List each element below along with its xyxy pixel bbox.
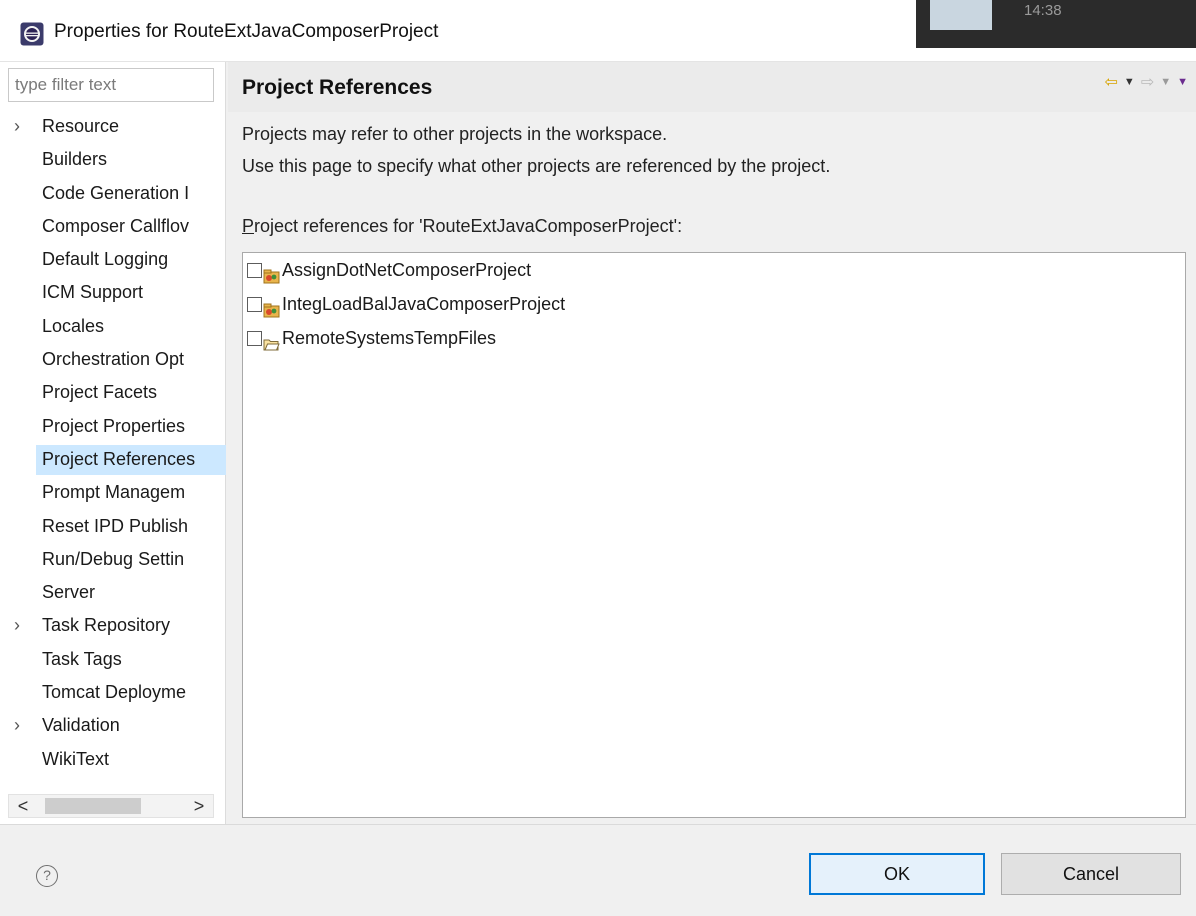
references-label: Project references for 'RouteExtJavaComp… [242, 216, 682, 237]
nav-item-label: Task Tags [42, 648, 122, 669]
nav-item[interactable]: Run/Debug Settin [0, 543, 226, 576]
scrollbar-thumb[interactable] [45, 798, 141, 814]
nav-item[interactable]: › Task Repository [0, 609, 226, 642]
nav-item-label: WikiText [42, 748, 109, 769]
nav-item-label: Locales [42, 315, 105, 336]
nav-item[interactable]: › Resource [0, 110, 226, 143]
nav-item[interactable]: Composer Callflov [0, 210, 226, 243]
nav-item[interactable]: Project Facets [0, 376, 226, 409]
nav-item-label: Default Logging [42, 249, 169, 270]
view-menu-icon[interactable]: ▼ [1177, 76, 1188, 88]
reference-name: AssignDotNetComposerProject [282, 260, 532, 280]
nav-item[interactable]: Task Tags [0, 643, 226, 676]
window-title: Properties for RouteExtJavaComposerProje… [54, 21, 439, 42]
back-dropdown-icon[interactable]: ▼ [1124, 76, 1135, 88]
ok-button[interactable]: OK [809, 853, 985, 895]
taskbar-clock: 14:38 [1024, 2, 1062, 19]
nav-item-label: Code Generation I [42, 182, 190, 203]
nav-item[interactable]: Project References [0, 443, 226, 476]
nav-item-label: Task Repository [42, 615, 171, 636]
page-header: Project References ⇦ ▼ ⇨ ▼ ▼ [228, 62, 1196, 112]
history-navigation: ⇦ ▼ ⇨ ▼ ▼ [1105, 72, 1188, 92]
preference-nav-panel: › Resource Builders Code Generation I Compos… [0, 62, 226, 824]
help-icon[interactable]: ? [36, 865, 58, 887]
taskbar-thumbnail[interactable] [930, 0, 992, 30]
filter-input[interactable] [8, 68, 214, 102]
nav-item-label: Project References [42, 448, 196, 469]
reference-item[interactable]: RemoteSystemsTempFiles [243, 321, 1185, 355]
taskbar-preview: 14:38 [916, 0, 1196, 48]
eclipse-icon [20, 22, 44, 46]
title-bar: Properties for RouteExtJavaComposerProje… [0, 0, 1196, 62]
expand-chevron-icon[interactable]: › [14, 110, 34, 143]
nav-item-label: Resource [42, 116, 120, 136]
forward-dropdown-icon[interactable]: ▼ [1160, 76, 1171, 88]
nav-item-label: Run/Debug Settin [42, 548, 185, 569]
nav-item-label: Tomcat Deployme [42, 682, 187, 703]
nav-item-label: Composer Callflov [42, 215, 190, 236]
reference-name: RemoteSystemsTempFiles [282, 328, 497, 348]
back-arrow-icon[interactable]: ⇦ [1105, 72, 1118, 92]
preference-tree: › Resource Builders Code Generation I Compos… [0, 110, 226, 776]
nav-item[interactable]: Prompt Managem [0, 476, 226, 509]
project-references-list: AssignDotNetComposerProject IntegLoadBalJ… [242, 252, 1186, 818]
forward-arrow-icon[interactable]: ⇨ [1141, 72, 1154, 92]
nav-item[interactable]: › Validation [0, 709, 226, 742]
page-description-line1: Projects may refer to other projects in … [242, 124, 668, 144]
nav-item[interactable]: Builders [0, 143, 226, 176]
nav-item[interactable]: Orchestration Opt [0, 343, 226, 376]
composer-project-icon [263, 296, 280, 317]
nav-item-label: Validation [42, 715, 120, 736]
nav-item-label: Reset IPD Publish [42, 515, 189, 536]
expand-chevron-icon[interactable]: › [14, 609, 34, 642]
nav-item-label: ICM Support [42, 282, 144, 303]
nav-item-label: Prompt Managem [42, 482, 186, 503]
horizontal-scrollbar[interactable]: < > [8, 794, 214, 818]
nav-item[interactable]: ICM Support [0, 276, 226, 309]
page-content: Projects may refer to other projects in … [228, 112, 1196, 824]
reference-item[interactable]: IntegLoadBalJavaComposerProject [243, 287, 1185, 321]
nav-item[interactable]: Project Properties [0, 410, 226, 443]
reference-checkbox[interactable] [247, 330, 262, 346]
page-description-line2: Use this page to specify what other proj… [242, 156, 831, 176]
cancel-button[interactable]: Cancel [1001, 853, 1181, 895]
nav-item[interactable]: Server [0, 576, 226, 609]
expand-chevron-icon[interactable]: › [14, 709, 34, 742]
nav-item[interactable]: Locales [0, 310, 226, 343]
reference-checkbox[interactable] [247, 296, 262, 312]
open-folder-icon [263, 330, 280, 350]
reference-name: IntegLoadBalJavaComposerProject [282, 294, 566, 314]
label-text: roject references for 'RouteExtJavaCompo… [254, 216, 683, 236]
nav-item[interactable]: Default Logging [0, 243, 226, 276]
scroll-left-arrow-icon[interactable]: < [13, 795, 33, 817]
nav-item[interactable]: Reset IPD Publish [0, 510, 226, 543]
composer-project-icon [263, 262, 280, 283]
nav-item-label: Project Facets [42, 382, 158, 403]
label-mnemonic: P [242, 216, 255, 236]
dialog-button-bar: ? OK Cancel [0, 824, 1196, 916]
nav-item-label: Project Properties [42, 415, 186, 436]
page-title: Project References [242, 76, 433, 99]
nav-item-label: Orchestration Opt [42, 349, 185, 370]
nav-item-label: Builders [42, 149, 108, 170]
nav-item[interactable]: WikiText [0, 743, 226, 776]
nav-item[interactable]: Code Generation I [0, 177, 226, 210]
nav-item-label: Server [42, 582, 96, 603]
reference-checkbox[interactable] [247, 262, 262, 278]
nav-item[interactable]: Tomcat Deployme [0, 676, 226, 709]
reference-item[interactable]: AssignDotNetComposerProject [243, 253, 1185, 287]
scroll-right-arrow-icon[interactable]: > [189, 795, 209, 817]
